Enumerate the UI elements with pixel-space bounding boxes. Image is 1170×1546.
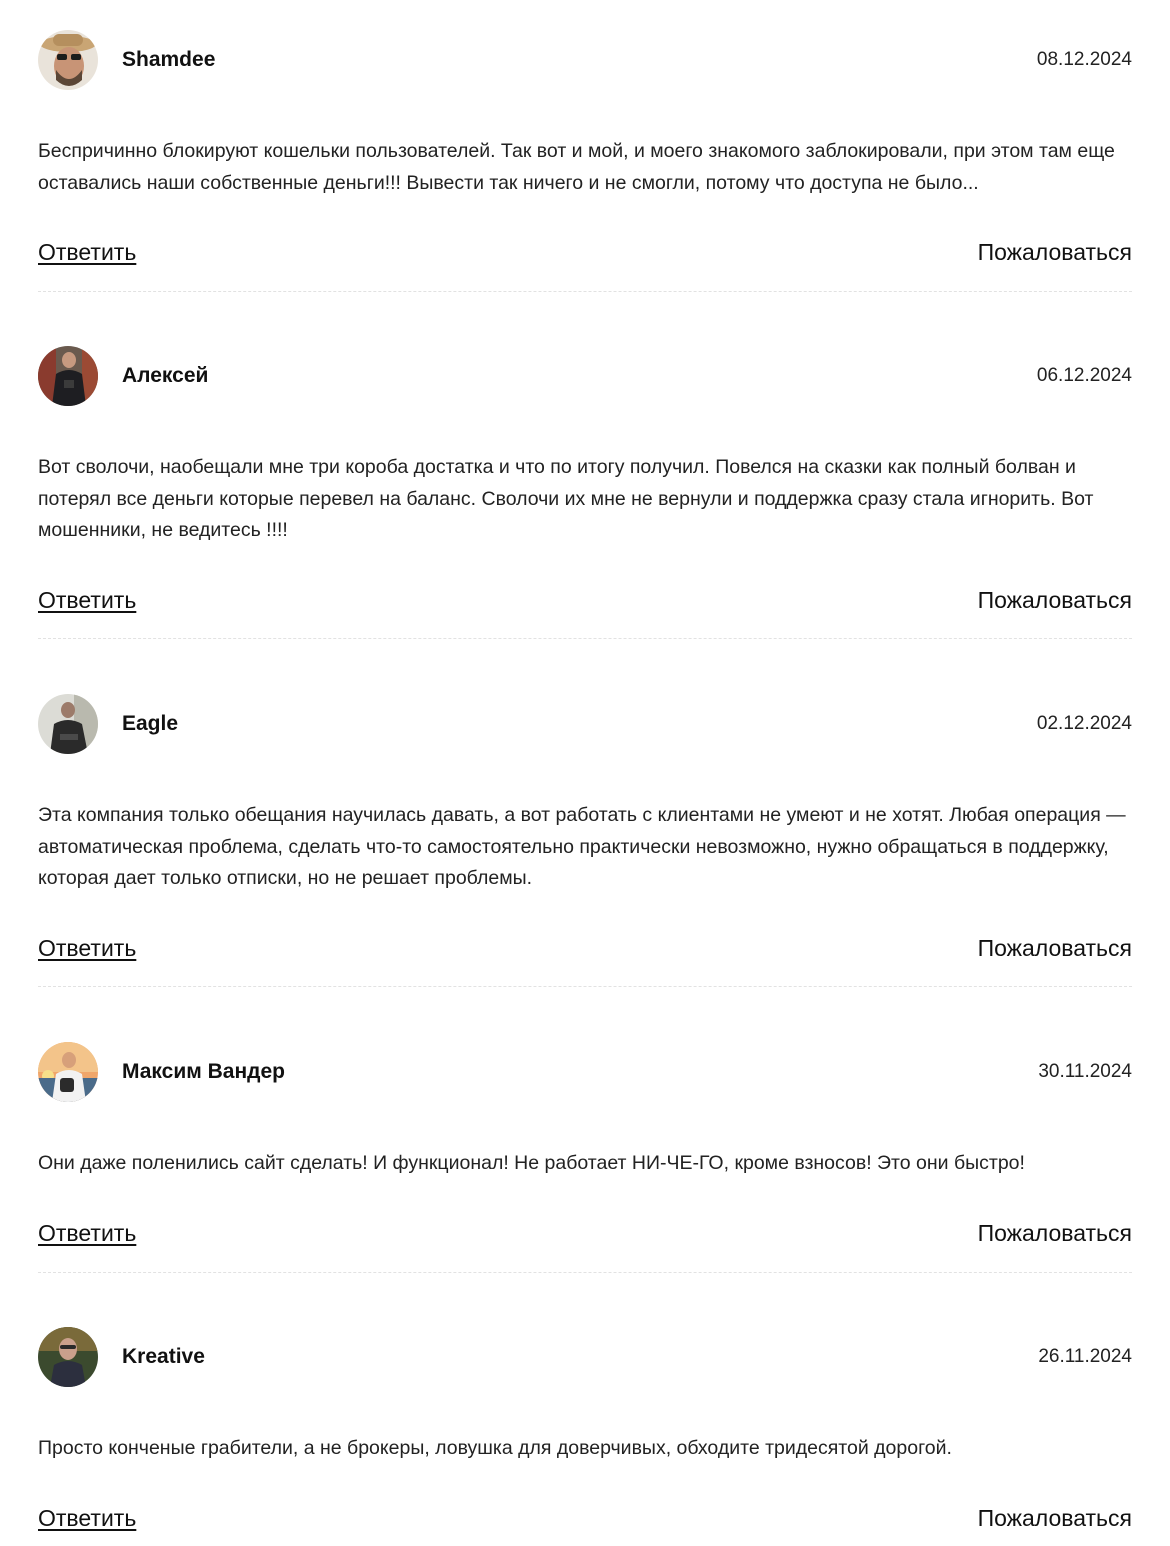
comment-actions: Ответить Пожаловаться: [38, 1504, 1132, 1534]
report-link[interactable]: Пожаловаться: [978, 238, 1132, 266]
comment-actions: Ответить Пожаловаться: [38, 1219, 1132, 1249]
comment-actions: Ответить Пожаловаться: [38, 586, 1132, 616]
reply-link[interactable]: Ответить: [38, 1219, 136, 1247]
avatar[interactable]: [38, 694, 98, 754]
comment-text: Эта компания только обещания научилась д…: [38, 804, 1126, 889]
reply-link[interactable]: Ответить: [38, 934, 136, 962]
comment-date: 08.12.2024: [1036, 49, 1132, 70]
comment-text: Беспричинно блокируют кошельки пользоват…: [38, 140, 1115, 194]
comment-header: Kreative 26.11.2024: [38, 1327, 1132, 1387]
author-name: Kreative: [122, 1345, 205, 1368]
avatar[interactable]: [38, 1042, 98, 1102]
comment-text: Просто конченые грабители, а не брокеры,…: [38, 1437, 952, 1459]
report-link[interactable]: Пожаловаться: [978, 1219, 1132, 1247]
report-link[interactable]: Пожаловаться: [978, 586, 1132, 614]
comment-date: 06.12.2024: [1036, 365, 1132, 386]
divider: [38, 986, 1132, 987]
comment-text: Вот сволочи, наобещали мне три короба до…: [38, 456, 1094, 541]
comment-date: 26.11.2024: [1038, 1346, 1132, 1367]
divider: [38, 291, 1132, 292]
comment-actions: Ответить Пожаловаться: [38, 238, 1132, 268]
reply-link[interactable]: Ответить: [38, 238, 136, 266]
comment-header: Shamdee 08.12.2024: [38, 30, 1132, 90]
comment-actions: Ответить Пожаловаться: [38, 934, 1132, 964]
comment-header: Максим Вандер 30.11.2024: [38, 1042, 1132, 1102]
divider: [38, 638, 1132, 639]
comment-header: Eagle 02.12.2024: [38, 694, 1132, 754]
author-name: Shamdee: [122, 48, 216, 71]
avatar[interactable]: [38, 346, 98, 406]
divider: [38, 1272, 1132, 1273]
report-link[interactable]: Пожаловаться: [978, 934, 1132, 962]
avatar[interactable]: [38, 30, 98, 90]
comment-date: 30.11.2024: [1038, 1061, 1132, 1082]
comment-date: 02.12.2024: [1036, 713, 1132, 734]
report-link[interactable]: Пожаловаться: [978, 1504, 1132, 1532]
reply-link[interactable]: Ответить: [38, 586, 136, 614]
avatar[interactable]: [38, 1327, 98, 1387]
comment-header: Алексей 06.12.2024: [38, 346, 1132, 406]
reply-link[interactable]: Ответить: [38, 1504, 136, 1532]
author-name: Eagle: [122, 712, 179, 735]
author-name: Алексей: [122, 364, 209, 387]
author-name: Максим Вандер: [122, 1060, 285, 1083]
comment-text: Они даже поленились сайт сделать! И функ…: [38, 1152, 1025, 1174]
